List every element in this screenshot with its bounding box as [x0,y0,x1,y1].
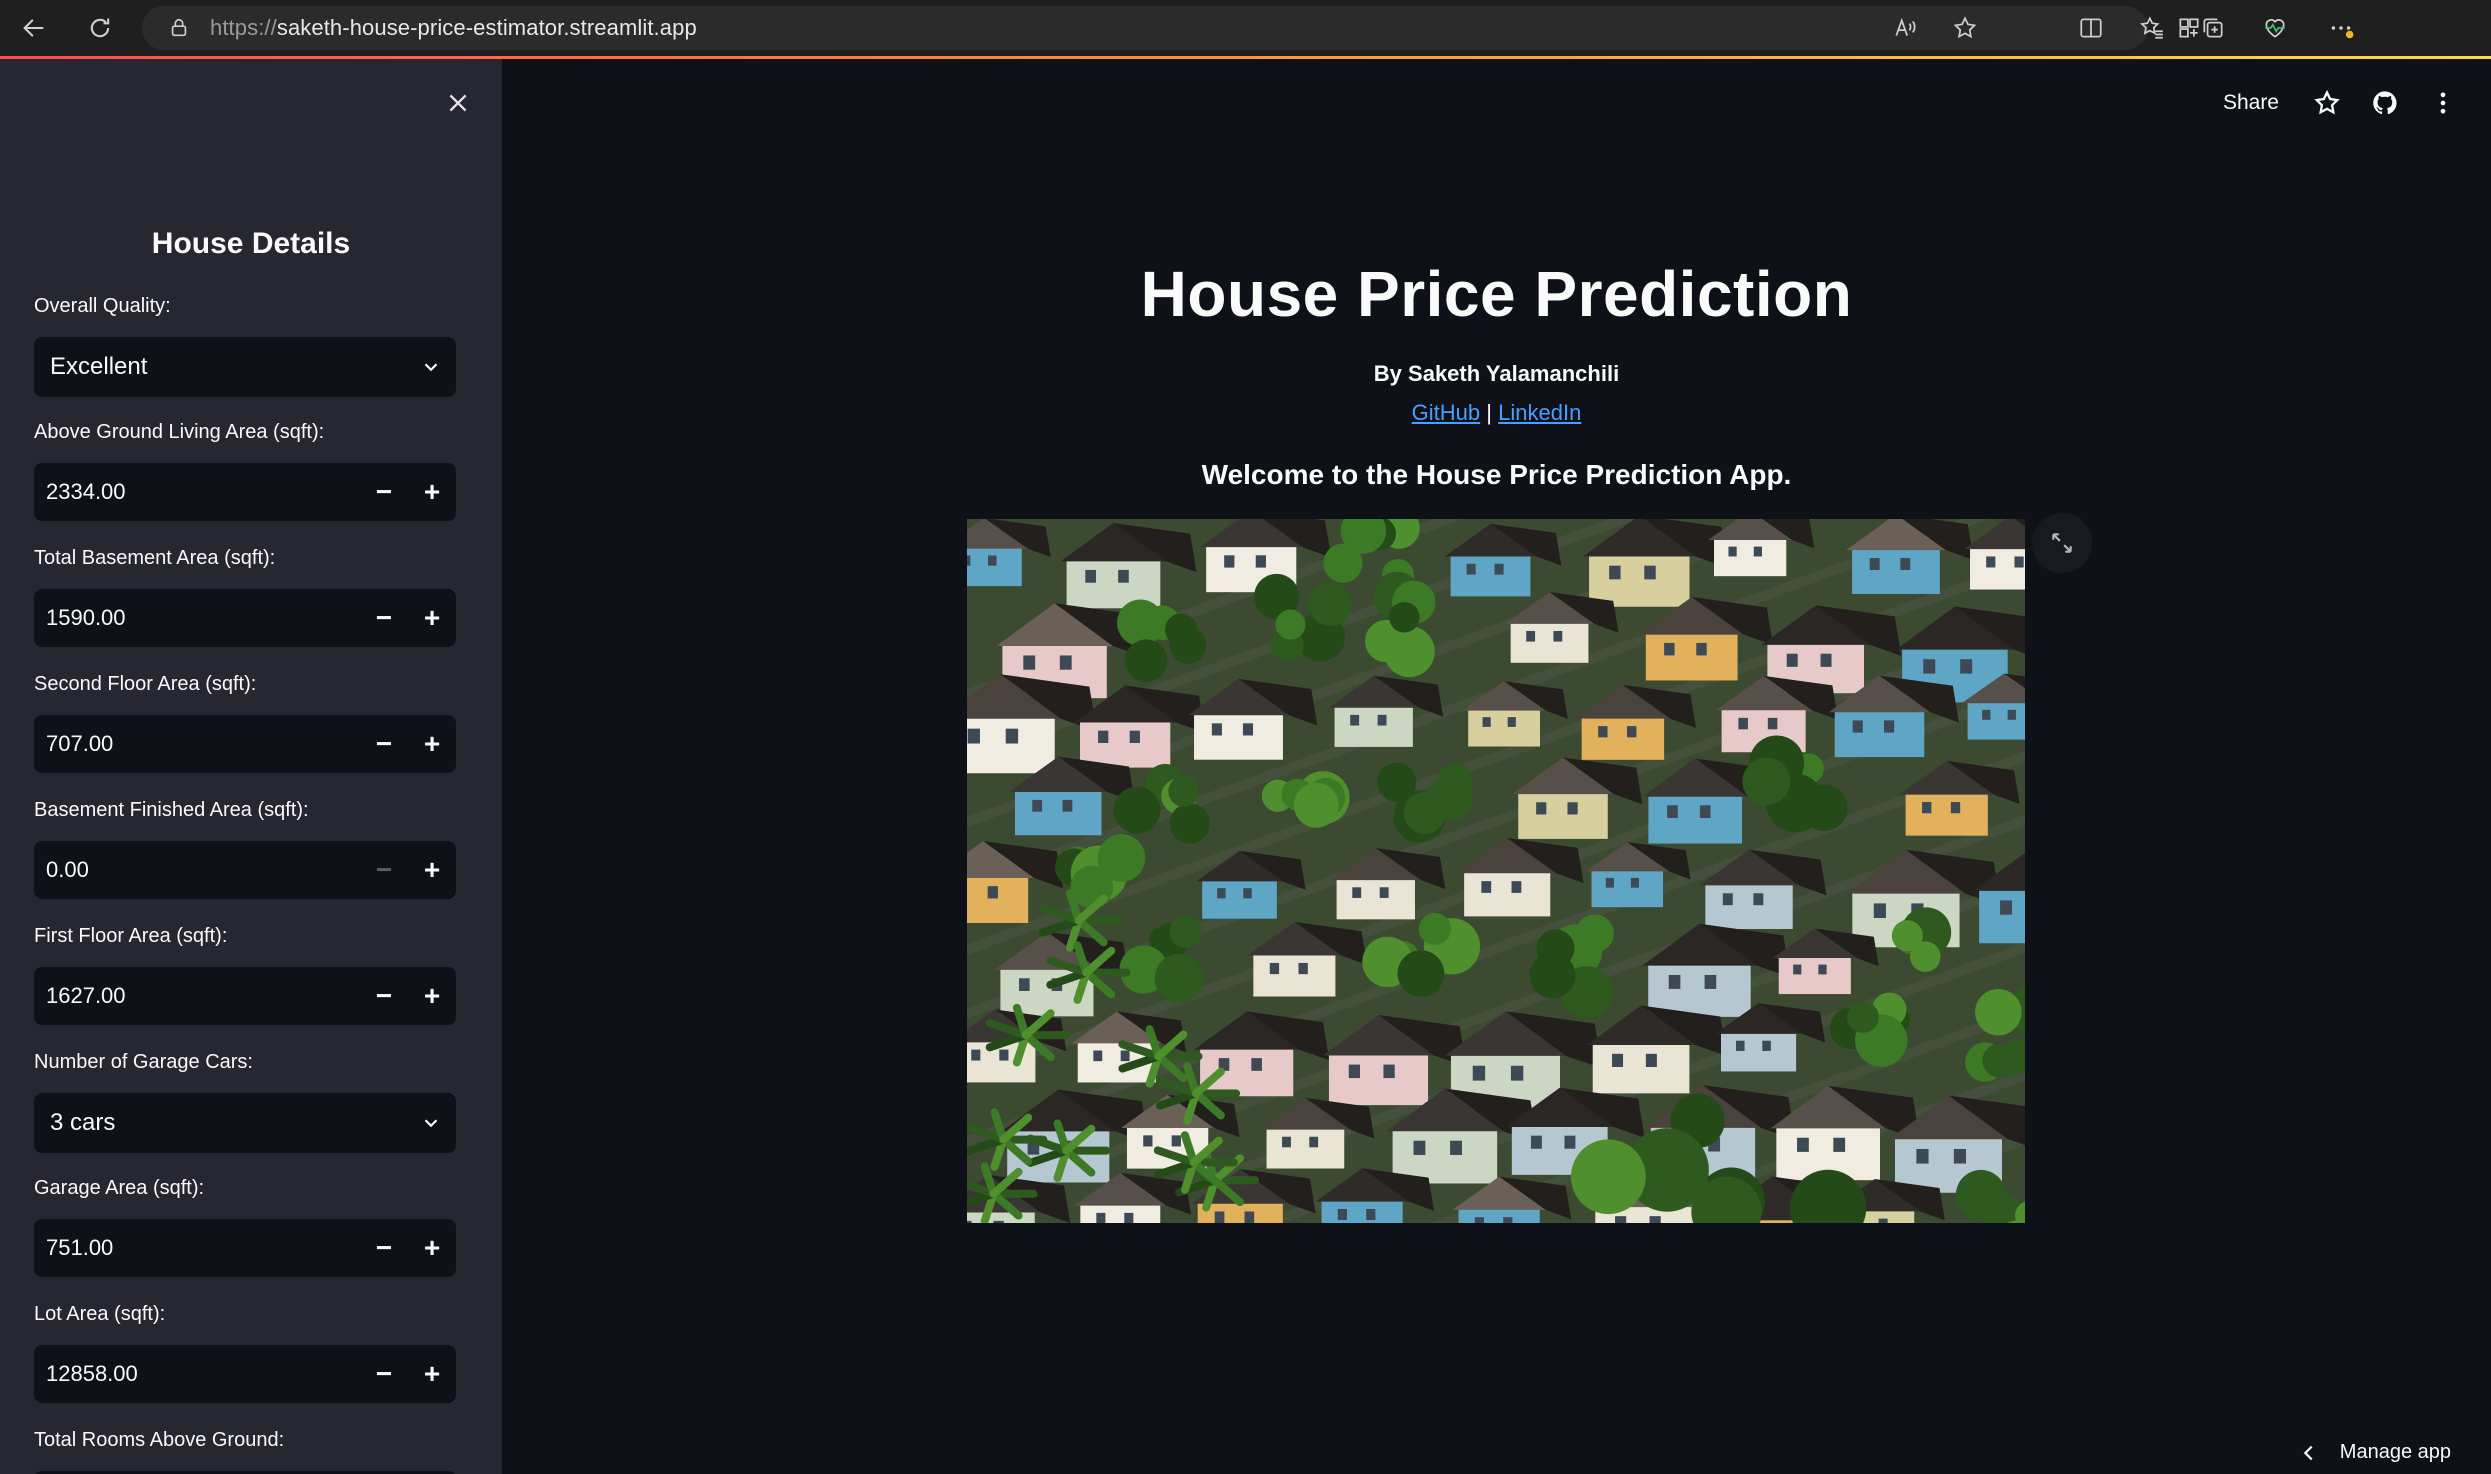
number-value[interactable]: 1627.00 [46,983,360,1009]
decrement-button[interactable]: − [360,589,408,647]
number-value[interactable]: 1590.00 [46,605,360,631]
linkedin-link[interactable]: LinkedIn [1498,400,1581,425]
first-floor-area-field: First Floor Area (sqft): 1627.00 − + [34,921,456,1025]
lot-area-field: Lot Area (sqft): 12858.00 − + [34,1299,456,1403]
star-icon[interactable] [2301,77,2353,129]
link-separator: | [1486,400,1492,425]
split-screen-icon[interactable] [2063,6,2119,50]
close-icon[interactable] [434,79,482,127]
decrement-button[interactable]: − [360,1345,408,1403]
decrement-button[interactable]: − [360,967,408,1025]
increment-button[interactable]: + [408,967,456,1025]
number-value[interactable]: 2334.00 [46,479,360,505]
living-area-field: Above Ground Living Area (sqft): 2334.00… [34,417,456,521]
field-label: Second Floor Area (sqft): [34,673,257,695]
manage-app-label: Manage app [2339,1441,2451,1463]
field-label: First Floor Area (sqft): [34,925,228,947]
sidebar: House Details Overall Quality: Excellent… [0,59,502,1474]
basement-finished-area-input[interactable]: 0.00 − + [34,841,456,899]
lock-icon [171,18,187,37]
basement-area-field: Total Basement Area (sqft): 1590.00 − + [34,543,456,647]
garage-area-field: Garage Area (sqft): 751.00 − + [34,1173,456,1277]
garage-cars-field: Number of Garage Cars: 3 cars [34,1047,456,1153]
chevron-down-icon [424,363,438,372]
chevron-left-icon [2303,1445,2313,1460]
profile-links: GitHub | LinkedIn [502,400,2491,426]
garage-area-input[interactable]: 751.00 − + [34,1219,456,1277]
more-options-icon[interactable] [2313,6,2369,50]
basement-area-input[interactable]: 1590.00 − + [34,589,456,647]
second-floor-area-field: Second Floor Area (sqft): 707.00 − + [34,669,456,773]
increment-button[interactable]: + [408,589,456,647]
lot-area-input[interactable]: 12858.00 − + [34,1345,456,1403]
field-label: Garage Area (sqft): [34,1177,205,1199]
chevron-down-icon [424,1119,438,1128]
field-label: Above Ground Living Area (sqft): [34,421,325,443]
basement-finished-area-field: Basement Finished Area (sqft): 0.00 − + [34,795,456,899]
living-area-input[interactable]: 2334.00 − + [34,463,456,521]
field-label: Overall Quality: [34,295,171,317]
github-link[interactable]: GitHub [1412,400,1480,425]
number-value[interactable]: 751.00 [46,1235,360,1261]
select-value: 3 cars [50,1109,116,1136]
increment-button[interactable]: + [408,715,456,773]
increment-button[interactable]: + [408,1219,456,1277]
browser-toolbar: https://saketh-house-price-estimator.str… [0,0,2491,56]
collections-icon[interactable] [2185,6,2241,50]
decrement-button[interactable]: − [360,1219,408,1277]
github-icon[interactable] [2359,77,2411,129]
field-label: Total Basement Area (sqft): [34,547,276,569]
decrement-button[interactable]: − [360,841,408,899]
increment-button[interactable]: + [408,841,456,899]
author-line: By Saketh Yalamanchili [1373,361,1620,386]
increment-button[interactable]: + [408,1345,456,1403]
garage-cars-select[interactable]: 3 cars [34,1093,456,1153]
decrement-button[interactable]: − [360,715,408,773]
manage-app-button[interactable]: Manage app [2298,1441,2451,1464]
number-value[interactable]: 12858.00 [46,1361,360,1387]
field-label: Lot Area (sqft): [34,1303,166,1325]
url-text: https://saketh-house-price-estimator.str… [210,15,697,40]
address-bar[interactable]: https://saketh-house-price-estimator.str… [142,6,2148,50]
overall-quality-field: Overall Quality: Excellent [34,291,456,397]
number-value[interactable]: 0.00 [46,857,360,883]
favorite-star-icon[interactable] [1937,6,1993,50]
kebab-menu-icon[interactable] [2417,77,2469,129]
field-label: Total Rooms Above Ground: [34,1429,285,1451]
favorites-icon[interactable] [2124,6,2180,50]
overall-quality-select[interactable]: Excellent [34,337,456,397]
welcome-heading: Welcome to the House Price Prediction Ap… [1201,459,1792,490]
first-floor-area-input[interactable]: 1627.00 − + [34,967,456,1025]
neighborhood-image [967,519,2025,1223]
back-icon[interactable] [10,4,58,52]
share-button[interactable]: Share [2207,91,2295,115]
field-label: Basement Finished Area (sqft): [34,799,309,821]
fullscreen-icon[interactable] [2032,513,2092,573]
sidebar-title: House Details [151,227,351,260]
field-label: Number of Garage Cars: [34,1051,253,1073]
select-value: Excellent [50,353,148,380]
decrement-button[interactable]: − [360,463,408,521]
app-toolbar: Share [2207,77,2469,129]
total-rooms-field: Total Rooms Above Ground: [34,1425,456,1474]
number-value[interactable]: 707.00 [46,731,360,757]
refresh-icon[interactable] [76,4,124,52]
main-content: Share House Price Prediction By Saketh Y… [502,59,2491,1474]
increment-button[interactable]: + [408,463,456,521]
read-aloud-icon[interactable] [1877,6,1933,50]
second-floor-area-input[interactable]: 707.00 − + [34,715,456,773]
page-title: House Price Prediction [1140,258,1853,330]
browser-health-icon[interactable] [2247,6,2303,50]
